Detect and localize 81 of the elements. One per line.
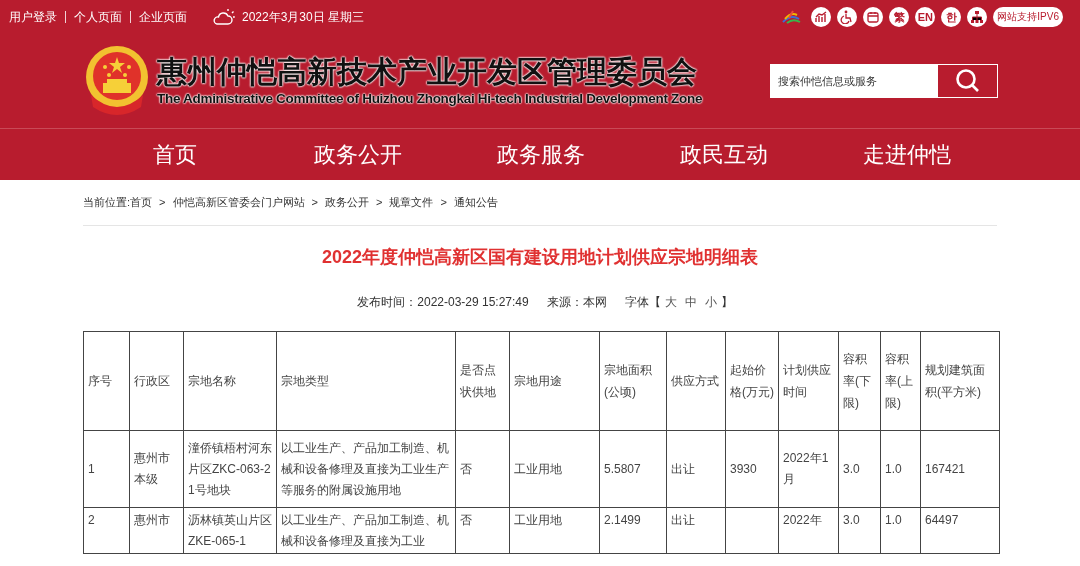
table-cell: 1.0 xyxy=(885,461,902,476)
table-cell: 2022年1月 xyxy=(783,451,829,486)
table-cell: 沥林镇英山片区ZKE-065-1 xyxy=(188,513,272,548)
search-icon xyxy=(954,68,981,94)
breadcrumb-separator: > xyxy=(159,195,166,211)
nav-link[interactable]: 政民互动 xyxy=(679,138,768,171)
table-cell: 否 xyxy=(460,461,472,476)
font-size-link[interactable]: 大 xyxy=(664,293,677,311)
breadcrumb-link[interactable]: 首页 xyxy=(130,194,153,211)
nav-link[interactable]: 政务服务 xyxy=(496,138,585,171)
font-size-link[interactable]: 中 xyxy=(684,293,697,311)
column-header: 起始价格(万元) xyxy=(725,331,779,431)
table-cell: 3.0 xyxy=(843,513,860,527)
breadcrumb-link[interactable]: 仲恺高新区管委会门户网站 xyxy=(172,194,305,211)
table-cell: 1 xyxy=(88,461,95,476)
table-cell: 以工业生产、产品加工制造、机械和设备修理及直接为工业生产等服务的附属设施用地 xyxy=(281,440,449,497)
calendar-icon[interactable] xyxy=(863,7,884,27)
article-title: 2022年度仲恺高新区国有建设用地计划供应宗地明细表 xyxy=(320,246,759,269)
table-cell: 工业用地 xyxy=(514,513,562,527)
table-cell: 以工业生产、产品加工制造、机械和设备修理及直接为工业 xyxy=(281,513,449,548)
column-header: 宗地面积(公顷) xyxy=(599,331,667,431)
font-size-link[interactable]: 小 xyxy=(704,293,717,311)
search-button[interactable] xyxy=(937,64,998,98)
table-cell: 出让 xyxy=(671,513,695,527)
site-subtitle: The Administrative Committee of Huizhou Zhongkai Hi-tech Industrial Development Zone xyxy=(157,90,703,108)
table-cell: 3.0 xyxy=(843,461,860,476)
table-cell: 出让 xyxy=(671,461,695,476)
emblem-icon xyxy=(83,45,151,117)
column-header: 宗地类型 xyxy=(276,331,456,431)
font-size-bracket: 】 xyxy=(720,294,733,311)
top-link[interactable]: 个人页面 xyxy=(74,8,122,26)
search-field[interactable]: 搜索仲恺信息或服务 xyxy=(770,64,937,98)
language-button[interactable]: 繁 xyxy=(889,7,910,27)
table-cell: 167421 xyxy=(925,461,966,476)
table-cell: 64497 xyxy=(925,513,959,527)
ipv6-badge: 网站支持IPV6 xyxy=(993,7,1063,27)
column-header: 计划供应时间 xyxy=(778,331,839,431)
top-link[interactable]: 企业页面 xyxy=(139,8,187,26)
column-header: 容积率(下限) xyxy=(838,331,881,431)
table-cell: 3930 xyxy=(730,461,757,476)
breadcrumb-link[interactable]: 通知公告 xyxy=(453,194,498,211)
language-button[interactable]: EN xyxy=(915,7,936,27)
chart-icon[interactable] xyxy=(811,7,832,27)
site-title: 惠州仲恺高新技术产业开发区管理委员会 xyxy=(157,54,698,90)
wheelchair-icon[interactable] xyxy=(837,7,858,27)
column-header: 是否点状供地 xyxy=(455,331,510,431)
nav-link[interactable]: 走进仲恺 xyxy=(862,138,951,171)
column-header: 行政区 xyxy=(129,331,184,431)
colorful-logo-icon[interactable] xyxy=(781,10,802,24)
breadcrumb-link[interactable]: 规章文件 xyxy=(389,194,434,211)
column-header: 供应方式 xyxy=(666,331,726,431)
table-cell: 5.5807 xyxy=(604,461,641,476)
weather-icon xyxy=(211,7,235,27)
column-header: 序号 xyxy=(83,331,130,431)
column-header: 宗地名称 xyxy=(183,331,277,431)
table-cell: 惠州市本级 xyxy=(134,451,170,486)
publish-time: 发布时间：2022-03-29 15:27:49 xyxy=(357,294,529,311)
table-cell: 惠州市 xyxy=(134,513,170,527)
breadcrumb-separator: > xyxy=(440,195,447,211)
table-cell: 2022年 xyxy=(783,513,822,527)
table-cell: 2 xyxy=(88,513,95,527)
table-cell: 2.1499 xyxy=(604,513,641,527)
table-cell: 工业用地 xyxy=(514,461,562,476)
table-cell: 1.0 xyxy=(885,513,902,527)
column-header: 宗地用途 xyxy=(509,331,600,431)
breadcrumb-separator: > xyxy=(311,195,318,211)
sitemap-icon[interactable] xyxy=(967,7,988,27)
font-size-label: 字体【 xyxy=(624,294,661,311)
language-button[interactable]: 한 xyxy=(941,7,962,27)
top-link[interactable]: 用户登录 xyxy=(9,8,57,26)
column-header: 容积率(上限) xyxy=(880,331,921,431)
breadcrumb-label: 当前位置: xyxy=(83,195,131,211)
nav-link[interactable]: 首页 xyxy=(152,138,197,171)
table-cell: 潼侨镇梧村河东片区ZKC-063-21号地块 xyxy=(188,440,272,497)
table-cell: 否 xyxy=(460,513,472,527)
column-header: 规划建筑面积(平方米) xyxy=(920,331,1000,431)
breadcrumb-separator: > xyxy=(375,195,383,211)
breadcrumb-link[interactable]: 政务公开 xyxy=(324,194,369,211)
date-text: 2022年3月30日 星期三 xyxy=(242,9,365,26)
source-text: 来源：本网 xyxy=(546,294,607,311)
nav-link[interactable]: 政务公开 xyxy=(313,138,402,171)
